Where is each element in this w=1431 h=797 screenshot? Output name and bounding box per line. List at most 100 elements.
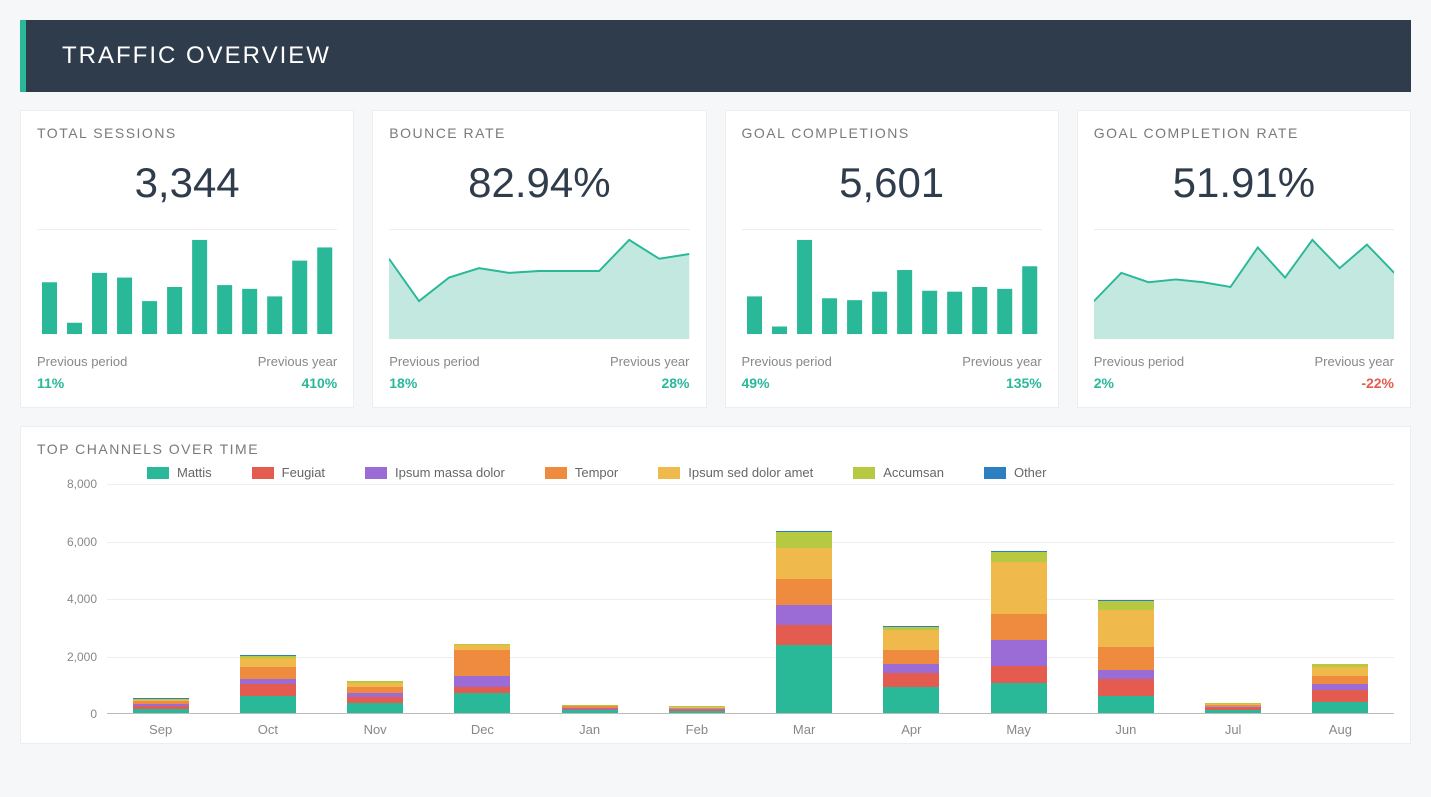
bar-segment [776, 625, 832, 645]
bar-segment [991, 614, 1047, 640]
legend-item[interactable]: Feugiat [252, 465, 325, 480]
bar-slot [1287, 484, 1394, 713]
bar-segment [883, 650, 939, 664]
legend-label: Ipsum massa dolor [395, 465, 505, 480]
y-tick: 8,000 [67, 477, 97, 491]
bar-segment [1098, 696, 1154, 713]
bar-segment [991, 552, 1047, 562]
bar-segment [776, 605, 832, 625]
bar-segment [669, 711, 725, 713]
legend-item[interactable]: Ipsum massa dolor [365, 465, 505, 480]
x-tick: Feb [643, 714, 750, 737]
x-tick: Oct [214, 714, 321, 737]
legend-label: Other [1014, 465, 1047, 480]
legend-swatch [984, 467, 1006, 479]
x-tick: Jul [1180, 714, 1287, 737]
kpi-footer: Previous period49%Previous year135% [742, 354, 1042, 391]
bar-segment [991, 666, 1047, 683]
y-tick: 6,000 [67, 535, 97, 549]
bar-segment [240, 667, 296, 679]
legend-swatch [147, 467, 169, 479]
kpi-label: BOUNCE RATE [389, 125, 689, 141]
prev-year: Previous year-22% [1259, 354, 1394, 391]
x-tick: Sep [107, 714, 214, 737]
legend-item[interactable]: Ipsum sed dolor amet [658, 465, 813, 480]
kpi-value: 3,344 [37, 159, 337, 207]
bar-slot [858, 484, 965, 713]
kpi-footer: Previous period 11% Previous year410% [37, 354, 337, 391]
legend-item[interactable]: Accumsan [853, 465, 944, 480]
bar-slot [107, 484, 214, 713]
legend-swatch [658, 467, 680, 479]
bar-slot [1072, 484, 1179, 713]
prev-year-label: Previous year [202, 354, 337, 369]
bar-segment [991, 683, 1047, 713]
bar-slot [751, 484, 858, 713]
top-channels-card: TOP CHANNELS OVER TIME MattisFeugiatIpsu… [20, 426, 1411, 744]
legend-item[interactable]: Tempor [545, 465, 618, 480]
bar-segment [240, 684, 296, 696]
bar-segment [991, 562, 1047, 614]
bar-slot [214, 484, 321, 713]
legend-swatch [365, 467, 387, 479]
bar-slot [536, 484, 643, 713]
bar-segment [133, 709, 189, 713]
x-tick: Nov [322, 714, 429, 737]
stacked-bar [776, 531, 832, 713]
stacked-bar [133, 698, 189, 713]
legend-swatch [545, 467, 567, 479]
bar-segment [1098, 610, 1154, 647]
prev-period-label: Previous period [37, 354, 172, 369]
kpi-card: GOAL COMPLETIONS5,601Previous period49%P… [725, 110, 1059, 408]
stacked-bar [240, 655, 296, 713]
bar-slot [429, 484, 536, 713]
y-tick: 4,000 [67, 592, 97, 606]
kpi-sparkline [1094, 229, 1394, 339]
x-tick: Jan [536, 714, 643, 737]
top-channels-x-axis: SepOctNovDecJanFebMarAprMayJunJulAug [107, 714, 1394, 737]
stacked-bar [1312, 664, 1368, 713]
kpi-card: TOTAL SESSIONS3,344Previous period11%Pre… [20, 110, 354, 408]
bar-slot [643, 484, 750, 713]
kpi-card: BOUNCE RATE82.94%Previous period18%Previ… [372, 110, 706, 408]
kpi-value: 82.94% [389, 159, 689, 207]
y-tick: 0 [90, 707, 97, 721]
top-channels-legend: Mattis Feugiat Ipsum massa dolor Tempor Ipsu… [147, 465, 1394, 480]
x-tick: May [965, 714, 1072, 737]
bar-segment [1312, 690, 1368, 702]
prev-year-delta: 28% [554, 375, 689, 391]
kpi-value: 51.91% [1094, 159, 1394, 207]
kpi-sparkline [37, 229, 337, 339]
legend-label: Tempor [575, 465, 618, 480]
prev-period: Previous period2% [1094, 354, 1229, 391]
legend-item[interactable]: Mattis [147, 465, 212, 480]
bar-segment [454, 650, 510, 676]
bar-segment [562, 710, 618, 713]
bar-segment [240, 658, 296, 667]
top-channels-plot [107, 484, 1394, 714]
legend-item[interactable]: Other [984, 465, 1047, 480]
legend-label: Feugiat [282, 465, 325, 480]
bar-segment [454, 693, 510, 713]
legend-label: Mattis [177, 465, 212, 480]
prev-period: Previous period18% [389, 354, 524, 391]
stacked-bar [991, 551, 1047, 713]
kpi-label: TOTAL SESSIONS [37, 125, 337, 141]
stacked-bar [669, 706, 725, 713]
bars-row [107, 484, 1394, 713]
bar-segment [1098, 647, 1154, 670]
legend-label: Accumsan [883, 465, 944, 480]
bar-segment [347, 703, 403, 713]
legend-swatch [853, 467, 875, 479]
prev-period-delta: 11% [37, 375, 172, 391]
bar-segment [240, 696, 296, 713]
y-tick: 2,000 [67, 650, 97, 664]
prev-period-delta: 18% [389, 375, 524, 391]
legend-swatch [252, 467, 274, 479]
bar-slot [322, 484, 429, 713]
kpi-label: GOAL COMPLETIONS [742, 125, 1042, 141]
prev-year: Previous year410% [202, 354, 337, 391]
bar-segment [1312, 702, 1368, 714]
stacked-bar [1205, 703, 1261, 713]
bar-segment [883, 673, 939, 687]
